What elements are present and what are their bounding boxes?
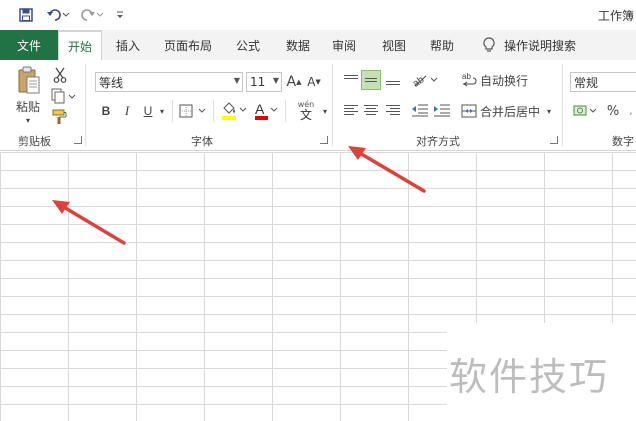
- underline-button[interactable]: U: [140, 102, 156, 120]
- tab-home[interactable]: 开始: [58, 30, 102, 61]
- phonetic-guide-button[interactable]: wén 文: [290, 98, 322, 124]
- clipboard-launcher-icon[interactable]: [74, 136, 82, 144]
- font-size-value: 11: [250, 75, 266, 89]
- undo-icon[interactable]: [44, 5, 72, 25]
- align-right-icon[interactable]: [383, 100, 403, 120]
- lightbulb-icon: [478, 30, 500, 60]
- tab-insert[interactable]: 插入: [106, 30, 150, 60]
- increase-font-size-glyph: A: [286, 74, 297, 90]
- divider: [172, 100, 173, 122]
- cut-icon[interactable]: [50, 66, 70, 84]
- svg-text:A: A: [255, 101, 265, 117]
- align-center-icon[interactable]: [361, 100, 381, 120]
- title-bar: 工作簿: [0, 0, 636, 30]
- comma-style-icon[interactable]: ,: [626, 101, 636, 121]
- percent-style-button[interactable]: %: [606, 101, 620, 121]
- font-name-combo[interactable]: 等线 ▼: [95, 72, 243, 92]
- ribbon-tabs: 文件 开始 插入 页面布局 公式 数据 审阅 视图 帮助 操作说明搜索: [0, 30, 636, 61]
- phonetic-bottom: 文: [299, 108, 312, 122]
- tab-review[interactable]: 审阅: [324, 30, 364, 60]
- font-group-label: 字体: [191, 135, 213, 148]
- wrap-text-icon[interactable]: ab: [460, 70, 478, 90]
- customize-qat-icon[interactable]: [112, 5, 128, 25]
- align-top-icon[interactable]: [341, 70, 361, 90]
- tab-data[interactable]: 数据: [276, 30, 320, 60]
- bold-button[interactable]: B: [98, 102, 114, 120]
- ribbon: 粘贴 ▾ 剪贴板 等线 ▼ 11 ▼ A ▲ A ▼ B I U ▾ A wén 文: [0, 60, 636, 151]
- align-left-icon[interactable]: [341, 100, 361, 120]
- increase-font-size-button[interactable]: A ▲: [286, 73, 302, 91]
- font-color-button[interactable]: A: [252, 100, 280, 122]
- divider: [285, 100, 286, 122]
- tab-file[interactable]: 文件: [0, 30, 58, 60]
- number-format-value: 常规: [574, 75, 599, 90]
- watermark-text: 软件技巧: [449, 355, 610, 399]
- paste-icon[interactable]: [12, 66, 46, 96]
- merge-center-button[interactable]: 合并后居中: [480, 103, 542, 119]
- font-name-value: 等线: [99, 75, 124, 90]
- font-launcher-icon[interactable]: [320, 136, 328, 144]
- merge-center-icon[interactable]: [460, 101, 478, 121]
- svg-text:ab: ab: [411, 74, 427, 88]
- number-group-label: 数字: [612, 135, 634, 148]
- svg-text:ab: ab: [462, 72, 471, 81]
- alignment-group-label: 对齐方式: [416, 135, 460, 148]
- number-format-combo[interactable]: 常规: [570, 72, 636, 92]
- divider: [213, 100, 214, 122]
- clipboard-group-label: 剪贴板: [18, 135, 51, 148]
- fill-color-icon[interactable]: [219, 100, 249, 122]
- group-divider: [85, 64, 86, 146]
- chevron-down-icon: ▼: [233, 76, 240, 85]
- format-painter-icon[interactable]: [50, 108, 70, 126]
- tab-page-layout[interactable]: 页面布局: [156, 30, 220, 60]
- wrap-text-button[interactable]: 自动换行: [480, 72, 540, 88]
- tab-formulas[interactable]: 公式: [226, 30, 270, 60]
- increase-indent-icon[interactable]: [432, 100, 452, 120]
- orientation-icon[interactable]: ab: [410, 70, 440, 90]
- tab-help[interactable]: 帮助: [420, 30, 464, 60]
- accounting-format-icon[interactable]: [572, 101, 600, 121]
- redo-icon[interactable]: [78, 5, 106, 25]
- borders-icon[interactable]: [178, 102, 208, 120]
- decrease-font-size-button[interactable]: A ▼: [306, 73, 322, 91]
- window-title: 工作簿: [597, 9, 634, 23]
- tab-view[interactable]: 视图: [372, 30, 416, 60]
- copy-icon[interactable]: [48, 87, 78, 105]
- underline-dropdown-icon[interactable]: ▾: [157, 104, 167, 118]
- decrease-indent-icon[interactable]: [410, 100, 430, 120]
- paste-dropdown-icon[interactable]: ▾: [16, 116, 40, 125]
- tell-me-search[interactable]: 操作说明搜索: [500, 30, 580, 60]
- group-divider: [562, 64, 563, 146]
- italic-button[interactable]: I: [119, 102, 135, 120]
- save-icon[interactable]: [14, 5, 38, 25]
- font-size-combo[interactable]: 11 ▼: [246, 72, 282, 92]
- paste-button[interactable]: 粘贴: [10, 98, 46, 114]
- merge-dropdown-icon[interactable]: ▾: [544, 104, 554, 118]
- phonetic-dropdown-icon[interactable]: ▾: [320, 104, 330, 118]
- group-divider: [332, 64, 333, 146]
- decrease-font-size-glyph: A: [307, 75, 316, 89]
- alignment-launcher-icon[interactable]: [550, 136, 558, 144]
- align-middle-icon[interactable]: [361, 70, 381, 90]
- align-bottom-icon[interactable]: [383, 70, 403, 90]
- chevron-down-icon: ▼: [272, 76, 279, 85]
